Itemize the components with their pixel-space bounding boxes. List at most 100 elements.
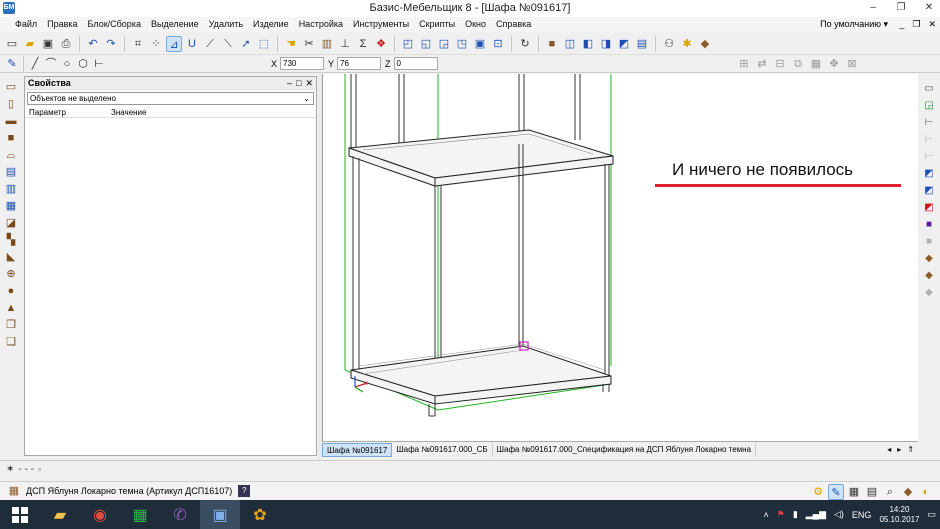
- curved-panel-icon[interactable]: ⌓: [4, 148, 18, 162]
- drawer-icon[interactable]: ▤: [4, 165, 18, 179]
- light-icon[interactable]: ✱: [679, 36, 695, 52]
- help-button[interactable]: ?: [238, 484, 251, 497]
- mdi-minimize-button[interactable]: _: [899, 17, 904, 32]
- box-icon[interactable]: ❒: [4, 318, 18, 332]
- menu-delete[interactable]: Удалить: [204, 17, 248, 32]
- menu-edit[interactable]: Правка: [42, 17, 82, 32]
- material-icon[interactable]: ◆: [697, 36, 713, 52]
- window-view-icon[interactable]: ▭: [922, 82, 936, 96]
- line-tool-icon[interactable]: ╱: [27, 56, 43, 72]
- layer-group-icon[interactable]: ■: [922, 218, 936, 232]
- dimension-tool-icon[interactable]: ⊢: [91, 56, 107, 72]
- draw-tool-icon[interactable]: ✎: [4, 56, 20, 72]
- hole-icon[interactable]: ⊕: [4, 267, 18, 281]
- outline-icon[interactable]: ◨: [598, 36, 614, 52]
- assembly-icon[interactable]: ❏: [4, 335, 18, 349]
- layer-edit-icon[interactable]: ◩: [922, 184, 936, 198]
- tab-prev-button[interactable]: ◂: [887, 445, 891, 454]
- object-selector[interactable]: Объектов не выделено ⌄: [27, 92, 314, 105]
- taskbar-calculator[interactable]: ▦: [120, 500, 160, 529]
- align-icon[interactable]: ⊞: [736, 56, 752, 72]
- edge-icon[interactable]: ◣: [4, 250, 18, 264]
- panel-pin-button[interactable]: –: [287, 78, 292, 89]
- taskbar-chrome[interactable]: ◉: [80, 500, 120, 529]
- menu-help[interactable]: Справка: [491, 17, 536, 32]
- tray-network-icon[interactable]: ▮: [793, 509, 798, 520]
- 3d-viewport[interactable]: x И ничего не появилось: [322, 74, 918, 441]
- line-snap-icon[interactable]: ⟋: [202, 36, 218, 52]
- dot-grid-icon[interactable]: ⁘: [148, 36, 164, 52]
- tab-next-button[interactable]: ▸: [897, 445, 901, 454]
- new-file-icon[interactable]: ▭: [4, 36, 20, 52]
- rotate-icon[interactable]: ↻: [517, 36, 533, 52]
- menu-block-assembly[interactable]: Блок/Сборка: [83, 17, 146, 32]
- block-icon[interactable]: ◆: [922, 252, 936, 266]
- tray-language[interactable]: ENG: [852, 510, 872, 520]
- taskbar-viber[interactable]: ✆: [160, 500, 200, 529]
- view-front-icon[interactable]: ◱: [418, 36, 434, 52]
- tab-expand-button[interactable]: ⇑: [907, 445, 914, 454]
- sum-icon[interactable]: Σ: [355, 36, 371, 52]
- measure-icon[interactable]: ⟍: [220, 36, 236, 52]
- snap-point-icon[interactable]: ▫: [38, 465, 41, 474]
- tab-model[interactable]: Шафа №091617: [322, 442, 393, 457]
- tab-specification[interactable]: Шафа №091617.000_Спецификация на ДСП Ябл…: [493, 442, 757, 457]
- menu-window[interactable]: Окно: [460, 17, 491, 32]
- snap-dash-icon[interactable]: - - -: [18, 464, 34, 475]
- wireframe-icon[interactable]: ◫: [562, 36, 578, 52]
- layout-icon[interactable]: ▤: [634, 36, 650, 52]
- minimize-button[interactable]: –: [866, 0, 880, 15]
- vertical-panel-icon[interactable]: ▯: [4, 97, 18, 111]
- properties-toggle-icon[interactable]: ✎: [828, 484, 844, 500]
- open-folder-icon[interactable]: ▰: [22, 36, 38, 52]
- taskbar-bazis[interactable]: ▣: [200, 500, 240, 529]
- array-icon[interactable]: ⊟: [772, 56, 788, 72]
- magnet-icon[interactable]: U: [184, 36, 200, 52]
- layer-delete-icon[interactable]: ◩: [922, 201, 936, 215]
- tray-flag-icon[interactable]: ⚑: [777, 509, 785, 520]
- save-icon[interactable]: ▣: [40, 36, 56, 52]
- view-custom-icon[interactable]: ⊡: [490, 36, 506, 52]
- taskbar-paint[interactable]: ✿: [240, 500, 280, 529]
- move-icon[interactable]: ✥: [826, 56, 842, 72]
- mdi-close-button[interactable]: ✕: [928, 17, 936, 32]
- x-input[interactable]: 730: [280, 57, 325, 70]
- section-icon[interactable]: ◩: [616, 36, 632, 52]
- materials-panel-icon[interactable]: ◆: [900, 484, 916, 500]
- search-icon[interactable]: ⌕: [882, 484, 898, 500]
- binoculars-icon[interactable]: ⚇: [661, 36, 677, 52]
- shaded-icon[interactable]: ■: [544, 36, 560, 52]
- menu-tools[interactable]: Инструменты: [348, 17, 414, 32]
- block-copy-icon[interactable]: ◆: [922, 269, 936, 283]
- sphere-icon[interactable]: ●: [4, 284, 18, 298]
- pyramid-icon[interactable]: ▲: [4, 301, 18, 315]
- tray-clock[interactable]: 14:20 05.10.2017: [879, 505, 919, 525]
- front-panel-icon[interactable]: ■: [4, 131, 18, 145]
- hidden-line-icon[interactable]: ◧: [580, 36, 596, 52]
- print-icon[interactable]: ⎙: [58, 36, 74, 52]
- circle-tool-icon[interactable]: ○: [59, 56, 75, 72]
- layer-add-icon[interactable]: ◩: [922, 167, 936, 181]
- horizontal-panel-icon[interactable]: ▬: [4, 114, 18, 128]
- menu-product[interactable]: Изделие: [248, 17, 294, 32]
- view-back-icon[interactable]: ▣: [472, 36, 488, 52]
- select-frame-icon[interactable]: ⬚: [256, 36, 272, 52]
- maximize-button[interactable]: ❐: [894, 0, 908, 15]
- ortho-icon[interactable]: ⊿: [166, 35, 182, 52]
- stamp-icon[interactable]: ⊥: [337, 36, 353, 52]
- render-panel-icon[interactable]: ◐: [918, 484, 934, 500]
- y-input[interactable]: 76: [337, 57, 382, 70]
- notifications-icon[interactable]: ▭: [927, 509, 936, 520]
- shelf-icon[interactable]: ▥: [4, 182, 18, 196]
- view-side-icon[interactable]: ◳: [454, 36, 470, 52]
- view-iso-icon[interactable]: ◰: [400, 36, 416, 52]
- mdi-restore-button[interactable]: ❐: [912, 17, 920, 32]
- menu-selection[interactable]: Выделение: [146, 17, 204, 32]
- tray-expand-icon[interactable]: ˄: [763, 510, 768, 520]
- close-button[interactable]: ✕: [922, 0, 936, 15]
- tray-signal-icon[interactable]: ▂▄▆: [806, 509, 826, 520]
- panel-float-button[interactable]: □: [296, 78, 301, 89]
- menu-settings[interactable]: Настройка: [294, 17, 348, 32]
- start-button[interactable]: [0, 500, 40, 529]
- group-icon[interactable]: ▦: [808, 56, 824, 72]
